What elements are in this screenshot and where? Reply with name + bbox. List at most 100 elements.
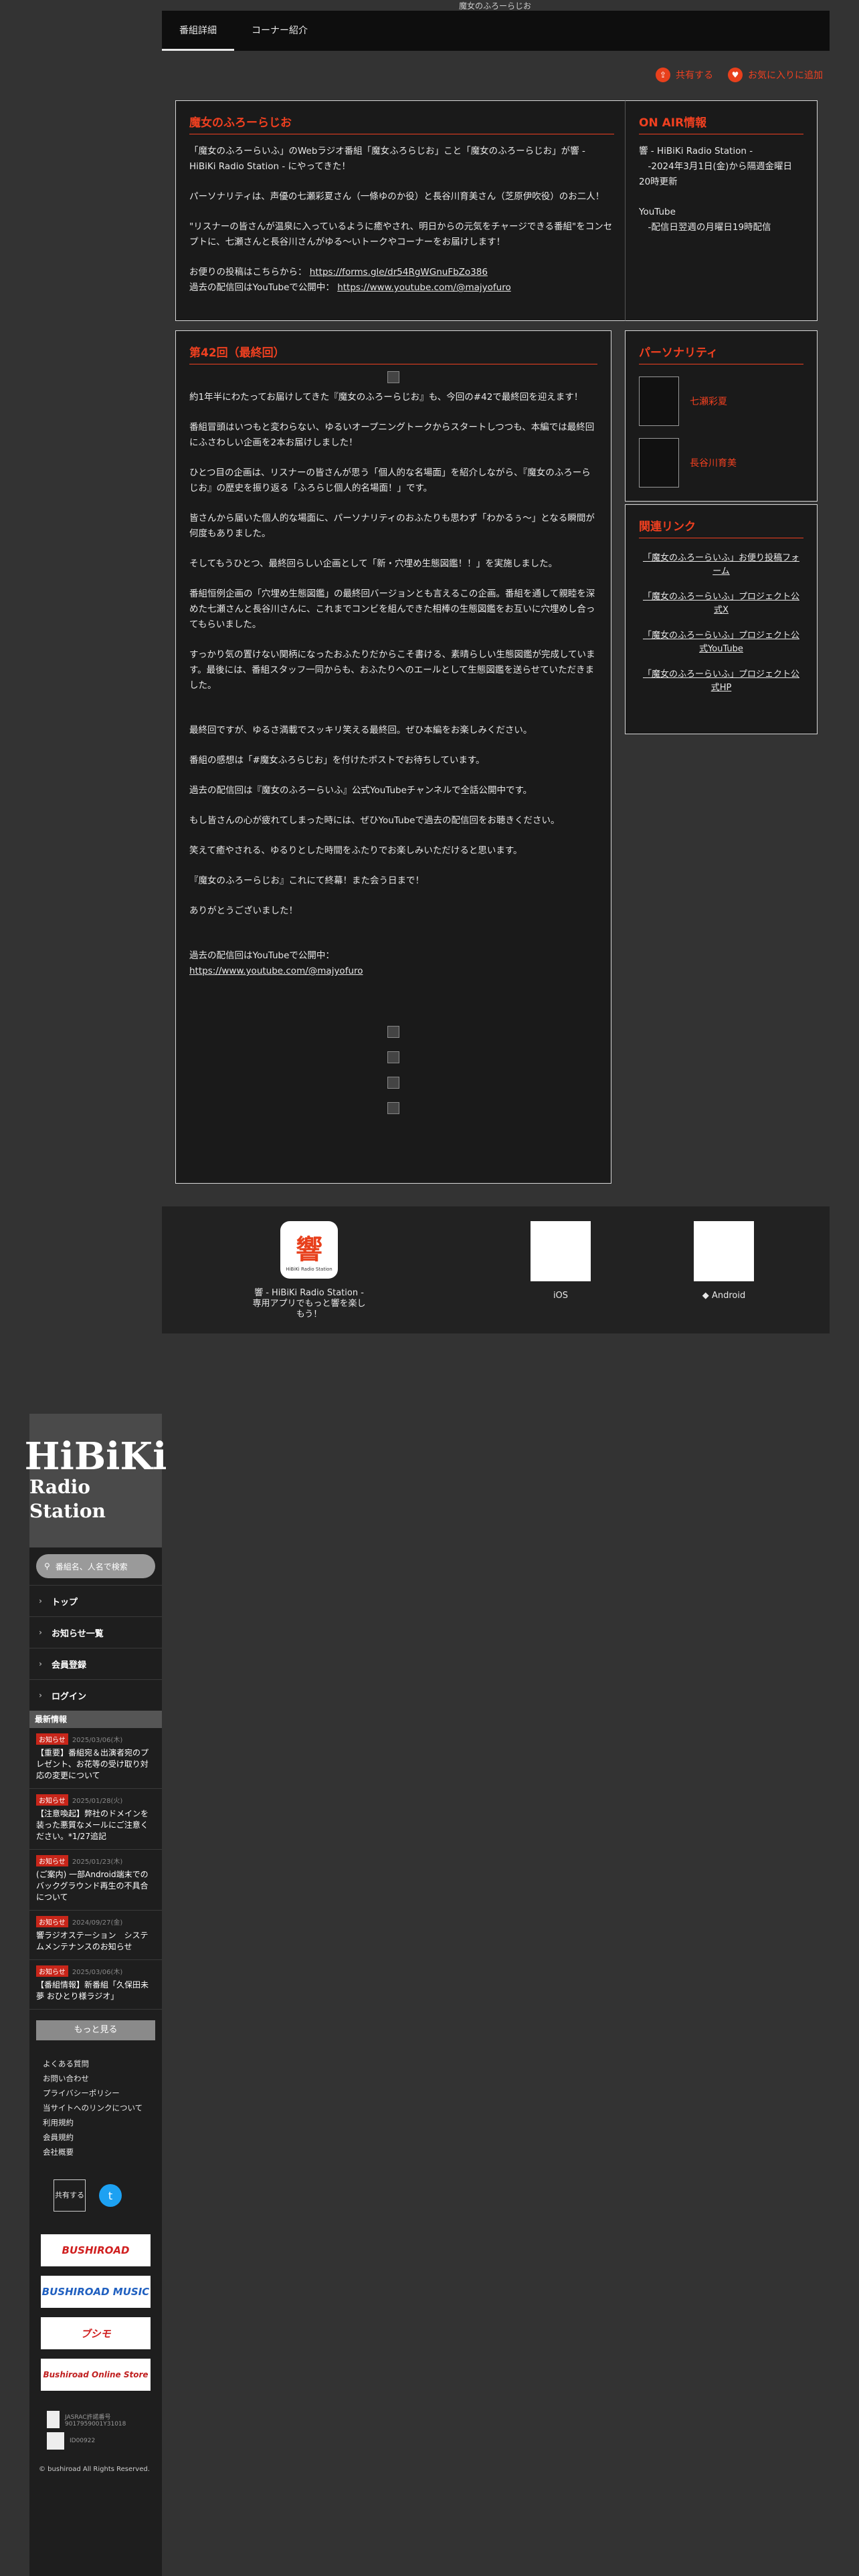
news-item[interactable]: お知らせ 2024/09/27(金) 響ラジオステーション システムメンテナンスの… xyxy=(29,1911,162,1960)
onair-line: -2024年3月1日(金)から隔週金曜日20時更新 xyxy=(639,161,792,187)
personality-panel: パーソナリティ 七瀬彩夏 長谷川育美 xyxy=(625,330,818,502)
personality-photo xyxy=(639,438,679,488)
footer-link-company[interactable]: 会社概要 xyxy=(29,2145,162,2159)
episode-text: 約1年半にわたってお届けしてきた『魔女のふろーらじお』も、今回の#42で最終回を… xyxy=(189,392,583,403)
tab-corner-intro[interactable]: コーナー紹介 xyxy=(234,11,325,51)
intro-title: 魔女のふろーらじお xyxy=(189,113,614,134)
youtube-link[interactable]: https://www.youtube.com/@majyofuro xyxy=(337,282,511,293)
share-label: 共有する xyxy=(676,70,713,81)
news-text: 【注意喚起】弊社のドメインを装った悪質なメールにご注意ください。*1/27追記 xyxy=(36,1809,149,1841)
related-link[interactable]: 「魔女のふろーらいふ」プロジェクト公式YouTube xyxy=(639,629,803,656)
more-news-button[interactable]: もっと見る xyxy=(36,2020,155,2040)
nav-label: ログイン xyxy=(51,1691,86,1702)
footer-link-privacy[interactable]: プライバシーポリシー xyxy=(29,2086,162,2101)
episode-text: 『魔女のふろーらじお』これにて終幕！また会う日まで！ xyxy=(189,875,424,886)
nav-label: 会員登録 xyxy=(51,1660,86,1671)
news-item[interactable]: お知らせ 2025/03/06(木) 【重要】番組宛＆出演者宛のプレゼント、お花等… xyxy=(29,1728,162,1789)
onair-title: ON AIR情報 xyxy=(639,113,803,134)
news-date: 2025/01/28(火) xyxy=(72,1798,123,1805)
related-link[interactable]: 「魔女のふろーらいふ」お便り投稿フォーム xyxy=(639,552,803,578)
episode-yt-label: 過去の配信回はYouTubeで公開中： xyxy=(189,950,335,961)
episode-text: ひとつ目の企画は、リスナーの皆さんが思う「個人的な名場面」を紹介しながら、『魔女… xyxy=(189,467,591,494)
search-placeholder: 番組名、人名で検索 xyxy=(55,1562,128,1572)
news-date: 2025/01/23(木) xyxy=(72,1858,123,1866)
nav-news[interactable]: › お知らせ一覧 xyxy=(29,1616,162,1648)
site-sidebar: HiBiKi Radio Station ⚲ 番組名、人名で検索 › トップ › お… xyxy=(25,1414,167,2576)
program-intro-panel: 魔女のふろーらじお 「魔女のふろーらいふ」のWebラジオ番組「魔女ふろらじお」こ… xyxy=(175,100,628,321)
footer-link-member-terms[interactable]: 会員規約 xyxy=(29,2130,162,2145)
episode-image xyxy=(387,1026,399,1038)
android-qr-code[interactable] xyxy=(694,1221,754,1281)
tab-program-detail[interactable]: 番組詳細 xyxy=(162,11,234,51)
logo-title: HiBiKi xyxy=(24,1434,167,1479)
twitter-icon[interactable]: t xyxy=(99,2184,122,2207)
hibiki-logo[interactable]: HiBiKi Radio Station xyxy=(25,1414,167,1547)
nav-label: お知らせ一覧 xyxy=(51,1628,104,1639)
news-badge: お知らせ xyxy=(36,1916,68,1927)
related-title: 関連リンク xyxy=(639,517,803,538)
episode-text: すっかり気の置けない関柄になったおふたりだからこそ書ける、素晴らしい生態図鑑が完… xyxy=(189,649,595,691)
program-tabs: 番組詳細 コーナー紹介 xyxy=(162,11,830,51)
nav-top[interactable]: › トップ xyxy=(29,1585,162,1616)
post-label: お便りの投稿はこちらから： xyxy=(189,267,307,278)
search-input[interactable]: ⚲ 番組名、人名で検索 xyxy=(36,1554,155,1578)
news-item[interactable]: お知らせ 2025/03/06(木) 【番組情報】新番組「久保田未夢 おひとり様ラ… xyxy=(29,1960,162,2010)
favorite-button[interactable]: ♥ お気に入りに追加 xyxy=(728,68,823,82)
episode-title: 第42回（最終回） xyxy=(189,343,597,364)
license-logo xyxy=(47,2432,64,2450)
share-button[interactable]: ⇪ 共有する xyxy=(656,68,713,82)
related-links-panel: 関連リンク 「魔女のふろーらいふ」お便り投稿フォーム 「魔女のふろーらいふ」プロ… xyxy=(625,504,818,734)
brand-banner-bushiroad-music[interactable]: BUSHIROAD MUSIC xyxy=(41,2276,151,2308)
related-link[interactable]: 「魔女のふろーらいふ」プロジェクト公式X xyxy=(639,591,803,617)
personality-item[interactable]: 長谷川育美 xyxy=(639,438,803,488)
episode-yt-link[interactable]: https://www.youtube.com/@majyofuro xyxy=(189,966,363,976)
nav-login[interactable]: › ログイン xyxy=(29,1679,162,1711)
news-item[interactable]: お知らせ 2025/01/28(火) 【注意喚起】弊社のドメインを装った悪質なメー… xyxy=(29,1789,162,1850)
episode-text: 番組の感想は「#魔女ふろらじお」を付けたポストでお待ちしています。 xyxy=(189,755,485,766)
copyright: © bushiroad All Rights Reserved. xyxy=(39,2466,150,2473)
news-heading: 最新情報 xyxy=(29,1711,162,1728)
post-form-link[interactable]: https://forms.gle/dr54RgWGnuFbZo386 xyxy=(310,267,488,278)
brand-banner-online-store[interactable]: Bushiroad Online Store xyxy=(41,2359,151,2391)
episode-text: 笑えて癒やされる、ゆるりとした時間をふたりでお楽しみいただけると思います。 xyxy=(189,845,522,856)
footer-link-terms[interactable]: 利用規約 xyxy=(29,2115,162,2130)
news-text: 響ラジオステーション システムメンテナンスのお知らせ xyxy=(36,1931,149,1951)
episode-text: 番組恒例企画の「穴埋め生態図鑑」の最終回バージョンとも言えるこの企画。番組を通し… xyxy=(189,588,595,630)
news-text: 【番組情報】新番組「久保田未夢 おひとり様ラジオ」 xyxy=(36,1980,149,2001)
news-date: 2025/03/06(木) xyxy=(72,1737,123,1744)
news-item[interactable]: お知らせ 2025/01/23(木) (ご案内) 一部Android端末でのバック… xyxy=(29,1850,162,1911)
nav-register[interactable]: › 会員登録 xyxy=(29,1648,162,1679)
footer-link-contact[interactable]: お問い合わせ xyxy=(29,2071,162,2086)
news-badge: お知らせ xyxy=(36,1855,68,1866)
brand-banner-bushimo[interactable]: ブシモ xyxy=(41,2317,151,2349)
program-header-image: 魔女のふろーらじお xyxy=(458,1,531,11)
news-date: 2024/09/27(金) xyxy=(72,1919,123,1927)
episode-image xyxy=(387,1051,399,1063)
android-label[interactable]: Android xyxy=(712,1291,745,1301)
ios-qr-code[interactable] xyxy=(531,1221,591,1281)
personality-item[interactable]: 七瀬彩夏 xyxy=(639,377,803,426)
episode-text: 最終回ですが、ゆるさ満載でスッキリ笑える最終回。ぜひ本編をお楽しみください。 xyxy=(189,725,533,736)
onair-line: 響 - HiBiKi Radio Station - xyxy=(639,146,753,156)
app-logo[interactable]: 響 HiBiKi Radio Station xyxy=(280,1221,338,1279)
intro-text: パーソナリティは、声優の七瀬彩夏さん（一條ゆのか役）と長谷川育美さん（芝原伊吹役… xyxy=(189,191,605,202)
personality-name[interactable]: 長谷川育美 xyxy=(690,456,737,469)
episode-text: ありがとうございました！ xyxy=(189,905,298,916)
footer-link-linking[interactable]: 当サイトへのリンクについて xyxy=(29,2101,162,2115)
youtube-label: 過去の配信回はYouTubeで公開中： xyxy=(189,282,335,293)
episode-text: 番組冒頭はいつもと変わらない、ゆるいオープニングトークからスタートしつつも、本編… xyxy=(189,422,595,448)
related-link[interactable]: 「魔女のふろーらいふ」プロジェクト公式HP xyxy=(639,668,803,695)
footer-link-faq[interactable]: よくある質問 xyxy=(29,2056,162,2071)
onair-line: -配信日翌週の月曜日19時配信 xyxy=(639,222,771,233)
episode-text: そしてもうひとつ、最終回らしい企画として「新・穴埋め生態図鑑！！」を実施しました… xyxy=(189,558,558,569)
logo-subtitle: Radio Station xyxy=(29,1476,106,1522)
ios-label[interactable]: iOS xyxy=(553,1291,568,1301)
episode-image xyxy=(387,1102,399,1114)
episode-text: 皆さんから届いた個人的な場面に、パーソナリティのおふたりも思わず「わかるぅ〜」と… xyxy=(189,513,595,539)
brand-banner-bushiroad[interactable]: BUSHIROAD xyxy=(41,2234,151,2266)
sidebar-share-button[interactable]: 共有する xyxy=(54,2179,86,2212)
heart-icon: ♥ xyxy=(728,68,743,82)
personality-name[interactable]: 七瀬彩夏 xyxy=(690,395,727,408)
favorite-label: お気に入りに追加 xyxy=(748,70,823,81)
search-icon: ⚲ xyxy=(44,1562,50,1571)
